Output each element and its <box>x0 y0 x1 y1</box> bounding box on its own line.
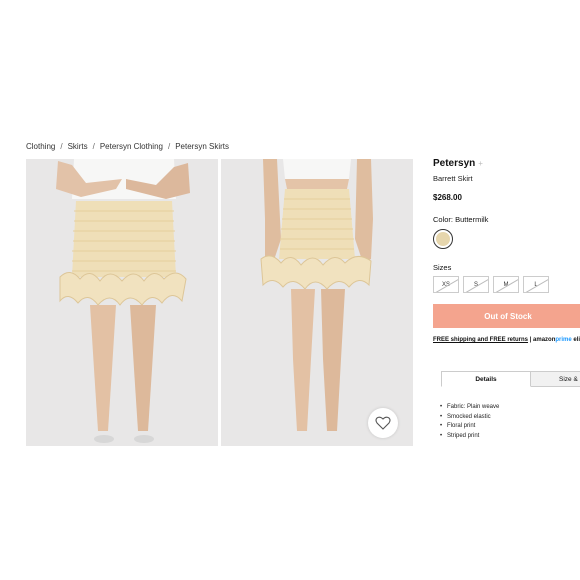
size-option-s[interactable]: S <box>463 276 489 293</box>
brand-name[interactable]: Petersyn <box>433 158 475 169</box>
product-image-front[interactable] <box>26 159 218 446</box>
product-image-back[interactable] <box>221 159 413 446</box>
breadcrumb-petersyn-clothing[interactable]: Petersyn Clothing <box>100 142 163 151</box>
size-option-l[interactable]: L <box>523 276 549 293</box>
color-swatch-buttermilk[interactable] <box>433 229 453 249</box>
breadcrumb-skirts[interactable]: Skirts <box>68 142 88 151</box>
product-info-panel: Petersyn + Barrett Skirt $268.00 Color: … <box>433 158 580 343</box>
color-label: Color: Buttermilk <box>433 215 489 224</box>
size-option-m[interactable]: M <box>493 276 519 293</box>
shipping-divider: | <box>529 337 532 343</box>
favorite-button[interactable] <box>368 408 398 438</box>
breadcrumb: Clothing / Skirts / Petersyn Clothing / Peters… <box>26 142 229 151</box>
out-of-stock-button[interactable]: Out of Stock <box>433 304 580 328</box>
product-price: $268.00 <box>433 193 462 202</box>
size-option-xs[interactable]: XS <box>433 276 459 293</box>
breadcrumb-petersyn-skirts[interactable]: Petersyn Skirts <box>175 142 229 151</box>
list-item: Floral print <box>440 423 499 429</box>
amazon-text: amazon <box>533 337 556 343</box>
list-item: Smocked elastic <box>440 414 499 420</box>
free-shipping-link[interactable]: FREE shipping and FREE returns <box>433 337 528 343</box>
list-item: Fabric: Plain weave <box>440 404 499 410</box>
shipping-info: FREE shipping and FREE returns | amazonp… <box>433 337 580 343</box>
breadcrumb-separator: / <box>60 142 63 151</box>
size-options: XS S M L <box>433 276 580 293</box>
product-name: Barrett Skirt <box>433 174 473 183</box>
product-tabs: Details Size & <box>441 371 580 387</box>
breadcrumb-separator: / <box>92 142 95 151</box>
tab-size-fit[interactable]: Size & <box>531 371 580 387</box>
list-item: Striped print <box>440 433 499 439</box>
heart-icon <box>375 416 391 430</box>
brand-row: Petersyn + <box>433 158 580 169</box>
plus-icon[interactable]: + <box>478 159 483 168</box>
tab-details[interactable]: Details <box>441 371 531 387</box>
breadcrumb-separator: / <box>167 142 171 151</box>
breadcrumb-clothing[interactable]: Clothing <box>26 142 55 151</box>
sizes-label: Sizes <box>433 263 452 272</box>
prime-text: prime <box>555 337 572 343</box>
prime-eligible-text: eli <box>573 337 580 343</box>
details-list: Fabric: Plain weave Smocked elastic Flor… <box>440 404 499 442</box>
